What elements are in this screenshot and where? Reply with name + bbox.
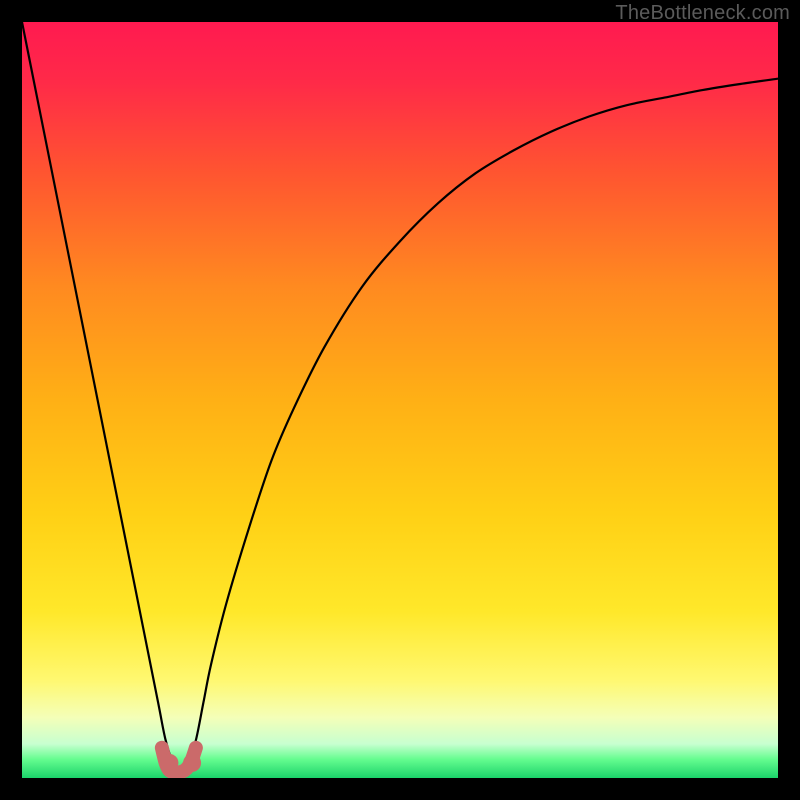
- plot-area: [22, 22, 778, 778]
- gradient-background: [22, 22, 778, 778]
- chart-frame: TheBottleneck.com: [0, 0, 800, 800]
- plot-svg: [22, 22, 778, 778]
- marker-dot: [183, 754, 201, 772]
- marker-dot: [160, 754, 178, 772]
